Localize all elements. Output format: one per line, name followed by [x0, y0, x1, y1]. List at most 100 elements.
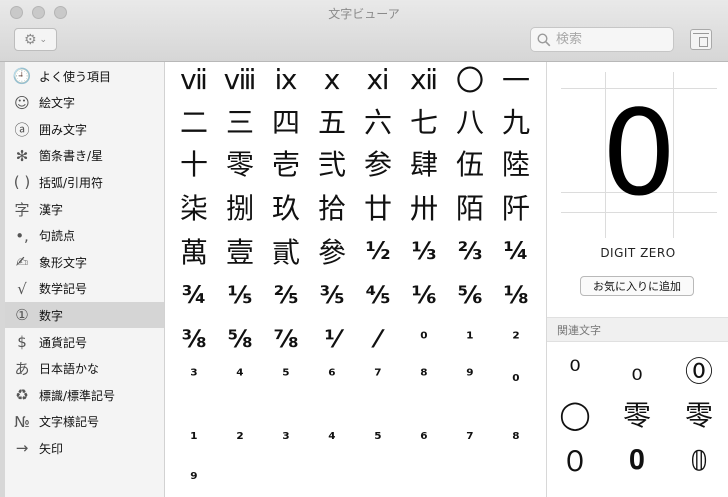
character-cell[interactable]: ₈: [493, 412, 539, 456]
character-cell[interactable]: 参: [355, 141, 401, 185]
character-cell[interactable]: 肆: [401, 141, 447, 185]
kanji-icon: 字: [14, 200, 30, 219]
character-cell[interactable]: 〇: [447, 57, 493, 101]
character-cell[interactable]: ₉: [171, 452, 217, 496]
sidebar-item[interactable]: ☺ 絵文字: [5, 90, 164, 116]
sidebar-item-label: 括弧/引用符: [39, 175, 104, 190]
character-cell[interactable]: ⅙: [401, 273, 447, 317]
sidebar-item-label: 象形文字: [39, 255, 88, 270]
search-field[interactable]: [530, 27, 674, 52]
character-cell[interactable]: 九: [493, 99, 539, 143]
character-cell[interactable]: ⅗: [309, 273, 355, 317]
character-cell[interactable]: ⁷: [355, 354, 401, 398]
character-cell[interactable]: ⅻ: [401, 57, 447, 101]
character-cell[interactable]: ⅓: [401, 229, 447, 273]
character-cell[interactable]: 弐: [309, 141, 355, 185]
character-cell[interactable]: 柒: [171, 185, 217, 229]
character-cell[interactable]: 七: [401, 99, 447, 143]
character-cell[interactable]: ⅖: [263, 273, 309, 317]
sidebar-item[interactable]: ✍ 象形文字: [5, 249, 164, 275]
sidebar-item[interactable]: √ 数学記号: [5, 276, 164, 302]
character-cell[interactable]: 捌: [217, 185, 263, 229]
character-cell[interactable]: ⅛: [493, 273, 539, 317]
related-character[interactable]: ０: [547, 440, 603, 480]
character-cell[interactable]: ₅: [355, 412, 401, 456]
character-cell[interactable]: 五: [309, 99, 355, 143]
character-cell[interactable]: ⅔: [447, 229, 493, 273]
sidebar-item[interactable]: ⓐ 囲み文字: [5, 116, 164, 142]
sidebar-item[interactable]: 🕘 よく使う項目: [5, 63, 164, 89]
sidebar-item[interactable]: № 文字様記号: [5, 409, 164, 435]
character-cell[interactable]: ½: [355, 229, 401, 273]
sidebar-panel-icon[interactable]: [690, 29, 712, 50]
related-character[interactable]: 𝟘: [671, 440, 727, 480]
sidebar-item[interactable]: ( ) 括弧/引用符: [5, 169, 164, 195]
sidebar-item[interactable]: 字漢字: [5, 196, 164, 222]
related-character[interactable]: ⁰: [547, 350, 603, 390]
character-cell[interactable]: ⁴: [217, 354, 263, 398]
sidebar-item[interactable]: あ日本語かな: [5, 356, 164, 382]
sidebar-item[interactable]: → 矢印: [5, 435, 164, 461]
character-cell[interactable]: 參: [309, 229, 355, 273]
character-cell[interactable]: 壱: [263, 141, 309, 185]
character-cell[interactable]: 阡: [493, 185, 539, 229]
sidebar-item[interactable]: ♻ 標識/標準記号: [5, 382, 164, 408]
character-cell[interactable]: 壹: [217, 229, 263, 273]
sidebar-item[interactable]: •, 句読点: [5, 223, 164, 249]
character-cell[interactable]: 陌: [447, 185, 493, 229]
character-cell[interactable]: 拾: [309, 185, 355, 229]
character-cell[interactable]: 三: [217, 99, 263, 143]
character-cell[interactable]: ¾: [171, 273, 217, 317]
character-cell[interactable]: 四: [263, 99, 309, 143]
character-cell[interactable]: ⅶ: [171, 57, 217, 101]
character-cell[interactable]: 玖: [263, 185, 309, 229]
related-character[interactable]: 零: [609, 394, 665, 434]
related-character[interactable]: ₀: [609, 350, 665, 390]
character-cell[interactable]: ¼: [493, 229, 539, 273]
sidebar-item[interactable]: ① 数字: [5, 302, 164, 329]
character-cell[interactable]: 六: [355, 99, 401, 143]
character-cell[interactable]: ⅚: [447, 273, 493, 317]
character-cell[interactable]: ⅹ: [309, 57, 355, 101]
character-cell[interactable]: 一: [493, 57, 539, 101]
character-cell[interactable]: ⅘: [355, 273, 401, 317]
sidebar-item[interactable]: ✻ 箇条書き/星: [5, 143, 164, 169]
character-cell[interactable]: ₇: [447, 412, 493, 456]
character-cell[interactable]: ₀: [493, 354, 539, 398]
character-cell[interactable]: ₃: [263, 412, 309, 456]
character-cell[interactable]: ⁶: [309, 354, 355, 398]
character-cell[interactable]: ₂: [217, 412, 263, 456]
related-character[interactable]: ◯: [547, 394, 603, 434]
character-cell[interactable]: 伍: [447, 141, 493, 185]
character-cell[interactable]: 零: [217, 141, 263, 185]
character-cell[interactable]: ⅸ: [263, 57, 309, 101]
search-input[interactable]: [556, 32, 666, 47]
character-cell[interactable]: 八: [447, 99, 493, 143]
character-cell[interactable]: 貳: [263, 229, 309, 273]
sidebar-item-label: 数学記号: [39, 282, 88, 297]
character-cell[interactable]: ⅷ: [217, 57, 263, 101]
character-cell[interactable]: ⁹: [447, 354, 493, 398]
search-icon: [537, 32, 551, 46]
character-cell[interactable]: 陸: [493, 141, 539, 185]
related-character[interactable]: 零: [671, 394, 727, 434]
character-cell[interactable]: 十: [171, 141, 217, 185]
character-cell[interactable]: ₁: [171, 412, 217, 456]
action-menu-button[interactable]: ⚙ ⌄: [14, 28, 57, 51]
add-to-favorites-button[interactable]: お気に入りに追加: [580, 276, 694, 296]
character-cell[interactable]: ₄: [309, 412, 355, 456]
sidebar-item[interactable]: $ 通貨記号: [5, 329, 164, 355]
character-cell[interactable]: 卅: [401, 185, 447, 229]
character-cell[interactable]: ⅕: [217, 273, 263, 317]
character-cell[interactable]: ₆: [401, 412, 447, 456]
related-character[interactable]: 𝟎: [609, 440, 665, 480]
gear-icon: ⚙: [23, 31, 37, 48]
character-cell[interactable]: ⁵: [263, 354, 309, 398]
character-cell[interactable]: ³: [171, 354, 217, 398]
character-cell[interactable]: 萬: [171, 229, 217, 273]
character-cell[interactable]: ⅺ: [355, 57, 401, 101]
character-cell[interactable]: ⁸: [401, 354, 447, 398]
related-character[interactable]: ⓪: [671, 350, 727, 390]
character-cell[interactable]: 二: [171, 99, 217, 143]
character-cell[interactable]: 廿: [355, 185, 401, 229]
